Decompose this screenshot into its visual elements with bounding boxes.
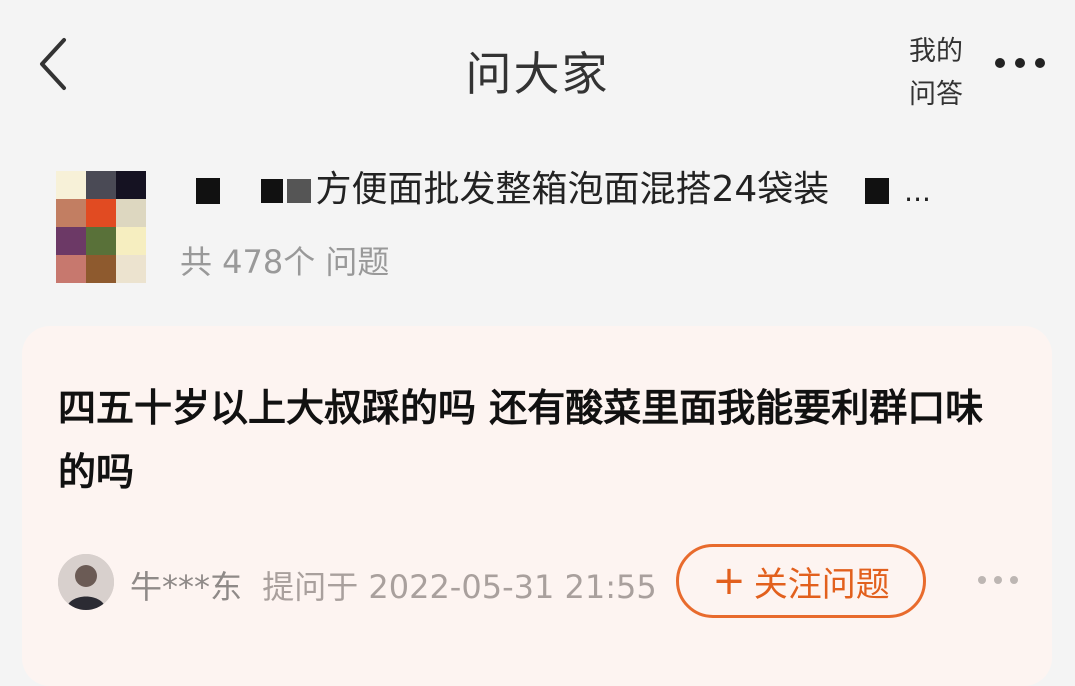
product-thumbnail <box>34 165 154 285</box>
asker-name: 牛***东 <box>130 568 243 606</box>
product-name-text: 方便面批发整箱泡面混搭24袋装 <box>315 169 830 210</box>
follow-question-button[interactable]: + 关注问题 <box>676 544 926 618</box>
follow-question-label: 关注问题 <box>753 564 890 605</box>
question-card[interactable]: 四五十岁以上大叔踩的吗 还有酸菜里面我能要利群口味的吗 牛***东 提问于 20… <box>22 326 1052 686</box>
plus-icon: + <box>712 558 746 604</box>
avatar <box>58 554 114 610</box>
asked-time: 提问于 2022-05-31 21:55 <box>262 568 657 606</box>
more-dots-icon[interactable] <box>976 574 1020 586</box>
avatar-image <box>58 554 114 610</box>
my-questions-label-line1: 我的 <box>909 36 963 67</box>
redacted-block <box>196 178 220 204</box>
redacted-block <box>287 179 312 203</box>
my-questions-link[interactable]: 我的 问答 <box>896 30 976 116</box>
my-questions-label-line2: 问答 <box>909 79 963 110</box>
question-text: 四五十岁以上大叔踩的吗 还有酸菜里面我能要利群口味的吗 <box>58 386 984 494</box>
top-nav-bar: 问大家 我的 问答 <box>0 0 1075 125</box>
product-summary[interactable]: 方便面批发整箱泡面混搭24袋装 ... 共 478个 问题 <box>0 125 1075 325</box>
question-count: 共 478个 问题 <box>180 243 390 281</box>
product-name-ellipsis: ... <box>904 175 931 208</box>
redacted-block <box>261 179 284 203</box>
product-name: 方便面批发整箱泡面混搭24袋装 ... <box>180 165 931 215</box>
question-meta: 牛***东 提问于 2022-05-31 21:55 <box>130 562 657 608</box>
redacted-block <box>864 178 889 204</box>
more-dots-icon[interactable] <box>992 54 1048 72</box>
